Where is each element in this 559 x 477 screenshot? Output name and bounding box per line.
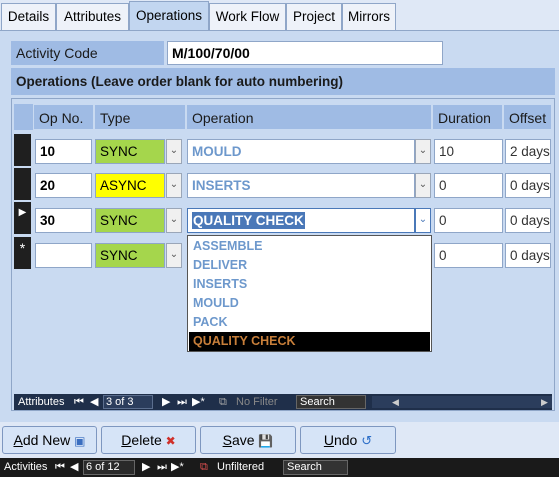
dropdown-option[interactable]: ASSEMBLE xyxy=(193,237,262,256)
operation-combo-active[interactable]: QUALITY CHECK xyxy=(187,208,415,233)
type-cell[interactable]: SYNC xyxy=(95,243,165,268)
tab-details[interactable]: Details xyxy=(1,3,56,30)
activity-code-field[interactable]: M/100/70/00 xyxy=(167,41,443,65)
chevron-down-icon[interactable]: ⌄ xyxy=(166,139,182,164)
op-no-cell[interactable]: 10 xyxy=(35,139,92,164)
horizontal-scrollbar[interactable] xyxy=(372,396,552,408)
chevron-down-icon[interactable]: ⌄ xyxy=(415,208,431,233)
duration-cell[interactable]: 10 xyxy=(434,139,503,164)
tab-project[interactable]: Project xyxy=(286,3,342,30)
type-cell[interactable]: SYNC xyxy=(95,139,165,164)
first-record-icon[interactable]: ⏮ xyxy=(74,394,84,410)
filter-icon: ⧉ xyxy=(200,461,208,473)
type-cell[interactable]: SYNC xyxy=(95,208,165,233)
operation-cell-selected: QUALITY CHECK xyxy=(192,212,305,229)
next-record-icon[interactable]: ▶ xyxy=(162,394,170,410)
chevron-down-icon[interactable]: ⌄ xyxy=(415,173,431,198)
previous-record-icon[interactable]: ◀ xyxy=(90,394,98,410)
new-record-icon[interactable]: ▶* xyxy=(171,458,184,477)
row-selector[interactable] xyxy=(14,168,31,201)
tab-mirrors[interactable]: Mirrors xyxy=(342,3,396,30)
new-record-icon: ▣ xyxy=(74,434,86,448)
chevron-down-icon[interactable]: ⌄ xyxy=(166,243,182,268)
undo-label: ndo xyxy=(333,432,358,448)
first-record-icon[interactable]: ⏮ xyxy=(55,458,65,477)
delete-label: elete xyxy=(131,432,162,448)
dropdown-option-highlighted[interactable]: QUALITY CHECK xyxy=(189,332,430,351)
operation-cell[interactable]: INSERTS xyxy=(187,173,415,198)
main-nav-label: Activities xyxy=(4,461,48,473)
subform-record-navigator: Attributes ⏮ ◀ 3 of 3 ▶ ⏭ ▶* ⧉ No Filter… xyxy=(14,394,552,410)
dropdown-option[interactable]: INSERTS xyxy=(193,275,247,294)
duration-cell[interactable]: 0 xyxy=(434,208,503,233)
header-type: Type xyxy=(94,104,186,130)
dropdown-option[interactable]: DELIVER xyxy=(193,256,247,275)
subform-nav-label: Attributes xyxy=(18,396,65,408)
add-new-accel: A xyxy=(13,432,23,448)
new-record-icon[interactable]: ▶* xyxy=(192,394,205,410)
save-icon: 💾 xyxy=(258,434,274,448)
scroll-right-icon[interactable]: ▶ xyxy=(541,394,548,410)
main-record-field[interactable]: 6 of 12 xyxy=(83,460,135,475)
duration-cell[interactable]: 0 xyxy=(434,243,503,268)
row-selector[interactable] xyxy=(14,134,31,167)
activity-code-label: Activity Code xyxy=(11,41,164,65)
operation-cell[interactable]: MOULD xyxy=(187,139,415,164)
next-record-icon[interactable]: ▶ xyxy=(142,458,150,477)
tab-work-flow[interactable]: Work Flow xyxy=(209,3,286,30)
subform-search-input[interactable]: Search xyxy=(296,395,366,409)
dropdown-option[interactable]: MOULD xyxy=(193,294,239,313)
chevron-down-icon[interactable]: ⌄ xyxy=(166,173,182,198)
undo-icon: ↺ xyxy=(361,433,373,448)
main-record-navigator: Activities ⏮ ◀ 6 of 12 ▶ ⏭ ▶* ⧉ Unfilter… xyxy=(0,458,559,477)
undo-accel: U xyxy=(323,432,334,448)
operations-heading: Operations (Leave order blank for auto n… xyxy=(11,68,555,95)
op-no-cell[interactable]: 20 xyxy=(35,173,92,198)
filter-icon: ⧉ xyxy=(219,396,227,408)
type-cell[interactable]: ASYNC xyxy=(95,173,165,198)
undo-button[interactable]: Undo ↺ xyxy=(300,426,396,454)
offset-cell[interactable]: 0 days xyxy=(505,173,551,198)
delete-button[interactable]: Delete ✖ xyxy=(101,426,196,454)
dropdown-option-label: QUALITY CHECK xyxy=(193,334,296,348)
tab-strip: Details Attributes Operations Work Flow … xyxy=(0,0,559,30)
save-accel: S xyxy=(222,432,232,448)
offset-cell[interactable]: 0 days xyxy=(505,243,551,268)
last-record-icon[interactable]: ⏭ xyxy=(177,394,187,410)
current-record-icon[interactable]: ▶ xyxy=(14,202,31,235)
duration-cell[interactable]: 0 xyxy=(434,173,503,198)
header-operation: Operation xyxy=(186,104,432,130)
header-corner xyxy=(14,104,33,130)
delete-accel: D xyxy=(121,432,132,448)
save-label: ave xyxy=(231,432,255,448)
subform-record-field[interactable]: 3 of 3 xyxy=(103,395,153,409)
header-duration: Duration xyxy=(432,104,503,130)
chevron-down-icon[interactable]: ⌄ xyxy=(415,139,431,164)
delete-icon: ✖ xyxy=(165,434,176,448)
chevron-down-icon[interactable]: ⌄ xyxy=(166,208,182,233)
scroll-left-icon[interactable]: ◀ xyxy=(392,394,399,410)
last-record-icon[interactable]: ⏭ xyxy=(157,458,167,477)
previous-record-icon[interactable]: ◀ xyxy=(70,458,78,477)
offset-cell[interactable]: 2 days xyxy=(505,139,551,164)
op-no-cell[interactable]: 30 xyxy=(35,208,92,233)
dropdown-option[interactable]: PACK xyxy=(193,313,228,332)
main-search-input[interactable]: Search xyxy=(283,460,348,475)
new-record-icon[interactable]: * xyxy=(14,237,31,270)
add-new-label: dd New xyxy=(22,432,71,448)
tab-operations[interactable]: Operations xyxy=(129,1,209,30)
operation-dropdown-list[interactable]: ASSEMBLE DELIVER INSERTS MOULD PACK QUAL… xyxy=(187,235,432,352)
op-no-cell[interactable] xyxy=(35,243,92,268)
save-button[interactable]: Save 💾 xyxy=(200,426,296,454)
main-filter-status[interactable]: Unfiltered xyxy=(217,458,264,477)
header-op-no: Op No. xyxy=(33,104,94,130)
header-offset: Offset xyxy=(503,104,552,130)
offset-cell[interactable]: 0 days xyxy=(505,208,551,233)
subform-filter-status[interactable]: No Filter xyxy=(236,394,278,410)
add-new-button[interactable]: Add New ▣ xyxy=(2,426,97,454)
tab-attributes[interactable]: Attributes xyxy=(56,3,129,30)
